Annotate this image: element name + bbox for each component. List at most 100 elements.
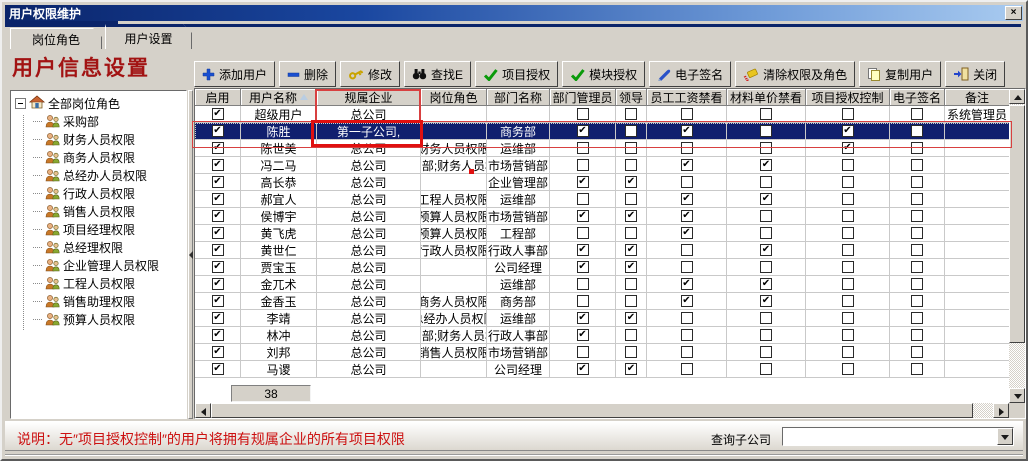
enabled-checkbox[interactable]: ✔ xyxy=(212,244,224,256)
find-button[interactable]: 查找E xyxy=(404,61,471,87)
esign-checkbox[interactable] xyxy=(911,312,923,324)
project-auth-control-checkbox[interactable] xyxy=(842,227,854,239)
leader-checkbox[interactable] xyxy=(625,346,637,358)
esign-checkbox[interactable] xyxy=(911,159,923,171)
dept-manager-checkbox[interactable] xyxy=(577,193,589,205)
enabled-checkbox[interactable]: ✔ xyxy=(212,125,224,137)
salary-hide-checkbox[interactable]: ✔ xyxy=(681,278,693,290)
project-auth-control-checkbox[interactable] xyxy=(842,244,854,256)
project-auth-control-checkbox[interactable] xyxy=(842,346,854,358)
esign-checkbox[interactable] xyxy=(911,125,923,137)
close-icon[interactable]: × xyxy=(1005,6,1022,20)
salary-hide-checkbox[interactable]: ✔ xyxy=(681,159,693,171)
salary-hide-checkbox[interactable] xyxy=(681,346,693,358)
column-header-部门管理员[interactable]: 部门管理员 xyxy=(550,89,616,106)
dept-manager-checkbox[interactable]: ✔ xyxy=(577,261,589,273)
project-auth-control-checkbox[interactable] xyxy=(842,159,854,171)
leader-checkbox[interactable] xyxy=(625,159,637,171)
table-row-贾宝玉[interactable]: ✔贾宝玉总公司公司经理✔✔ xyxy=(195,259,1010,276)
material-price-hide-checkbox[interactable] xyxy=(760,176,772,188)
salary-hide-checkbox[interactable] xyxy=(681,363,693,375)
table-row-刘邦[interactable]: ✔刘邦总公司销售人员权限市场营销部 xyxy=(195,344,1010,361)
table-row-金兀术[interactable]: ✔金兀术总公司运维部✔✔ xyxy=(195,276,1010,293)
table-row-侯博宇[interactable]: ✔侯博宇总公司预算人员权限市场营销部✔✔✔ xyxy=(195,208,1010,225)
scroll-up-icon[interactable] xyxy=(1009,89,1025,104)
chevron-down-icon[interactable] xyxy=(997,428,1013,445)
enabled-checkbox[interactable]: ✔ xyxy=(212,312,224,324)
salary-hide-checkbox[interactable] xyxy=(681,176,693,188)
column-header-领导[interactable]: 领导 xyxy=(616,89,647,106)
enabled-checkbox[interactable]: ✔ xyxy=(212,193,224,205)
dept-manager-checkbox[interactable]: ✔ xyxy=(577,176,589,188)
tree-item-预算人员权限[interactable]: 预算人员权限 xyxy=(11,310,186,328)
material-price-hide-checkbox[interactable] xyxy=(760,125,772,137)
leader-checkbox[interactable] xyxy=(625,329,637,341)
dept-manager-checkbox[interactable]: ✔ xyxy=(577,125,589,137)
table-row-李靖[interactable]: ✔李靖总公司总经办人员权限运维部✔✔ xyxy=(195,310,1010,327)
salary-hide-checkbox[interactable] xyxy=(681,108,693,120)
esign-checkbox[interactable] xyxy=(911,346,923,358)
enabled-checkbox[interactable]: ✔ xyxy=(212,278,224,290)
dept-manager-checkbox[interactable] xyxy=(577,142,589,154)
dept-manager-checkbox[interactable] xyxy=(577,108,589,120)
enabled-checkbox[interactable]: ✔ xyxy=(212,363,224,375)
tree-item-销售人员权限[interactable]: 销售人员权限 xyxy=(11,202,186,220)
salary-hide-checkbox[interactable]: ✔ xyxy=(681,227,693,239)
dept-manager-checkbox[interactable]: ✔ xyxy=(577,244,589,256)
column-header-规属企业[interactable]: 规属企业 xyxy=(317,89,421,106)
table-row-陈世美[interactable]: ✔陈世美总公司财务人员权限运维部✔ xyxy=(195,140,1010,157)
dept-manager-checkbox[interactable] xyxy=(577,346,589,358)
scroll-right-icon[interactable] xyxy=(993,403,1009,418)
esign-checkbox[interactable] xyxy=(911,363,923,375)
horizontal-scrollbar[interactable] xyxy=(195,403,1009,418)
project-auth-control-checkbox[interactable] xyxy=(842,108,854,120)
tree-item-财务人员权限[interactable]: 财务人员权限 xyxy=(11,130,186,148)
material-price-hide-checkbox[interactable] xyxy=(760,227,772,239)
column-header-启用[interactable]: 启用 xyxy=(195,89,241,106)
esign-checkbox[interactable] xyxy=(911,295,923,307)
column-header-电子签名[interactable]: 电子签名 xyxy=(890,89,945,106)
material-price-hide-checkbox[interactable] xyxy=(760,210,772,222)
project-auth-control-checkbox[interactable] xyxy=(842,278,854,290)
salary-hide-checkbox[interactable] xyxy=(681,329,693,341)
tree-item-总经理权限[interactable]: 总经理权限 xyxy=(11,238,186,256)
project-auth-control-checkbox[interactable]: ✔ xyxy=(842,142,854,154)
tree-item-总经办人员权限[interactable]: 总经办人员权限 xyxy=(11,166,186,184)
copy-user-button[interactable]: 复制用户 xyxy=(859,61,941,87)
tree-item-工程人员权限[interactable]: 工程人员权限 xyxy=(11,274,186,292)
leader-checkbox[interactable]: ✔ xyxy=(625,244,637,256)
dept-manager-checkbox[interactable] xyxy=(577,159,589,171)
vertical-scroll-thumb[interactable] xyxy=(1009,105,1025,343)
material-price-hide-checkbox[interactable]: ✔ xyxy=(760,295,772,307)
enabled-checkbox[interactable]: ✔ xyxy=(212,159,224,171)
panel-splitter[interactable] xyxy=(188,90,193,419)
project-auth-control-checkbox[interactable] xyxy=(842,295,854,307)
query-company-input[interactable] xyxy=(784,429,996,444)
enabled-checkbox[interactable]: ✔ xyxy=(212,346,224,358)
column-header-部门名称[interactable]: 部门名称 xyxy=(487,89,550,106)
project-auth-control-checkbox[interactable] xyxy=(842,210,854,222)
dept-manager-checkbox[interactable] xyxy=(577,227,589,239)
tree-root-all-roles[interactable]: 全部岗位角色 xyxy=(11,94,186,112)
table-row-郝宜人[interactable]: ✔郝宜人总公司工程人员权限运维部✔✔ xyxy=(195,191,1010,208)
enabled-checkbox[interactable]: ✔ xyxy=(212,108,224,120)
esign-checkbox[interactable] xyxy=(911,261,923,273)
tree-item-销售助理权限[interactable]: 销售助理权限 xyxy=(11,292,186,310)
salary-hide-checkbox[interactable]: ✔ xyxy=(681,125,693,137)
column-header-员工工资禁看[interactable]: 员工工资禁看 xyxy=(647,89,727,106)
clear-perms-button[interactable]: 清除权限及角色 xyxy=(735,61,855,87)
tab-post-roles[interactable]: 岗位角色 xyxy=(10,28,102,49)
leader-checkbox[interactable] xyxy=(625,108,637,120)
horizontal-scroll-thumb[interactable] xyxy=(211,403,973,418)
vertical-scrollbar[interactable] xyxy=(1009,89,1025,403)
tree-item-采购部[interactable]: 采购部 xyxy=(11,112,186,130)
esign-checkbox[interactable] xyxy=(911,142,923,154)
salary-hide-checkbox[interactable] xyxy=(681,244,693,256)
leader-checkbox[interactable]: ✔ xyxy=(625,312,637,324)
table-row-陈胜[interactable]: ✔陈胜第一子公司,商务部✔✔✔ xyxy=(195,123,1010,140)
leader-checkbox[interactable] xyxy=(625,227,637,239)
modify-button[interactable]: 修改 xyxy=(340,61,400,87)
esign-checkbox[interactable] xyxy=(911,329,923,341)
tree-item-企业管理人员权限[interactable]: 企业管理人员权限 xyxy=(11,256,186,274)
leader-checkbox[interactable] xyxy=(625,278,637,290)
